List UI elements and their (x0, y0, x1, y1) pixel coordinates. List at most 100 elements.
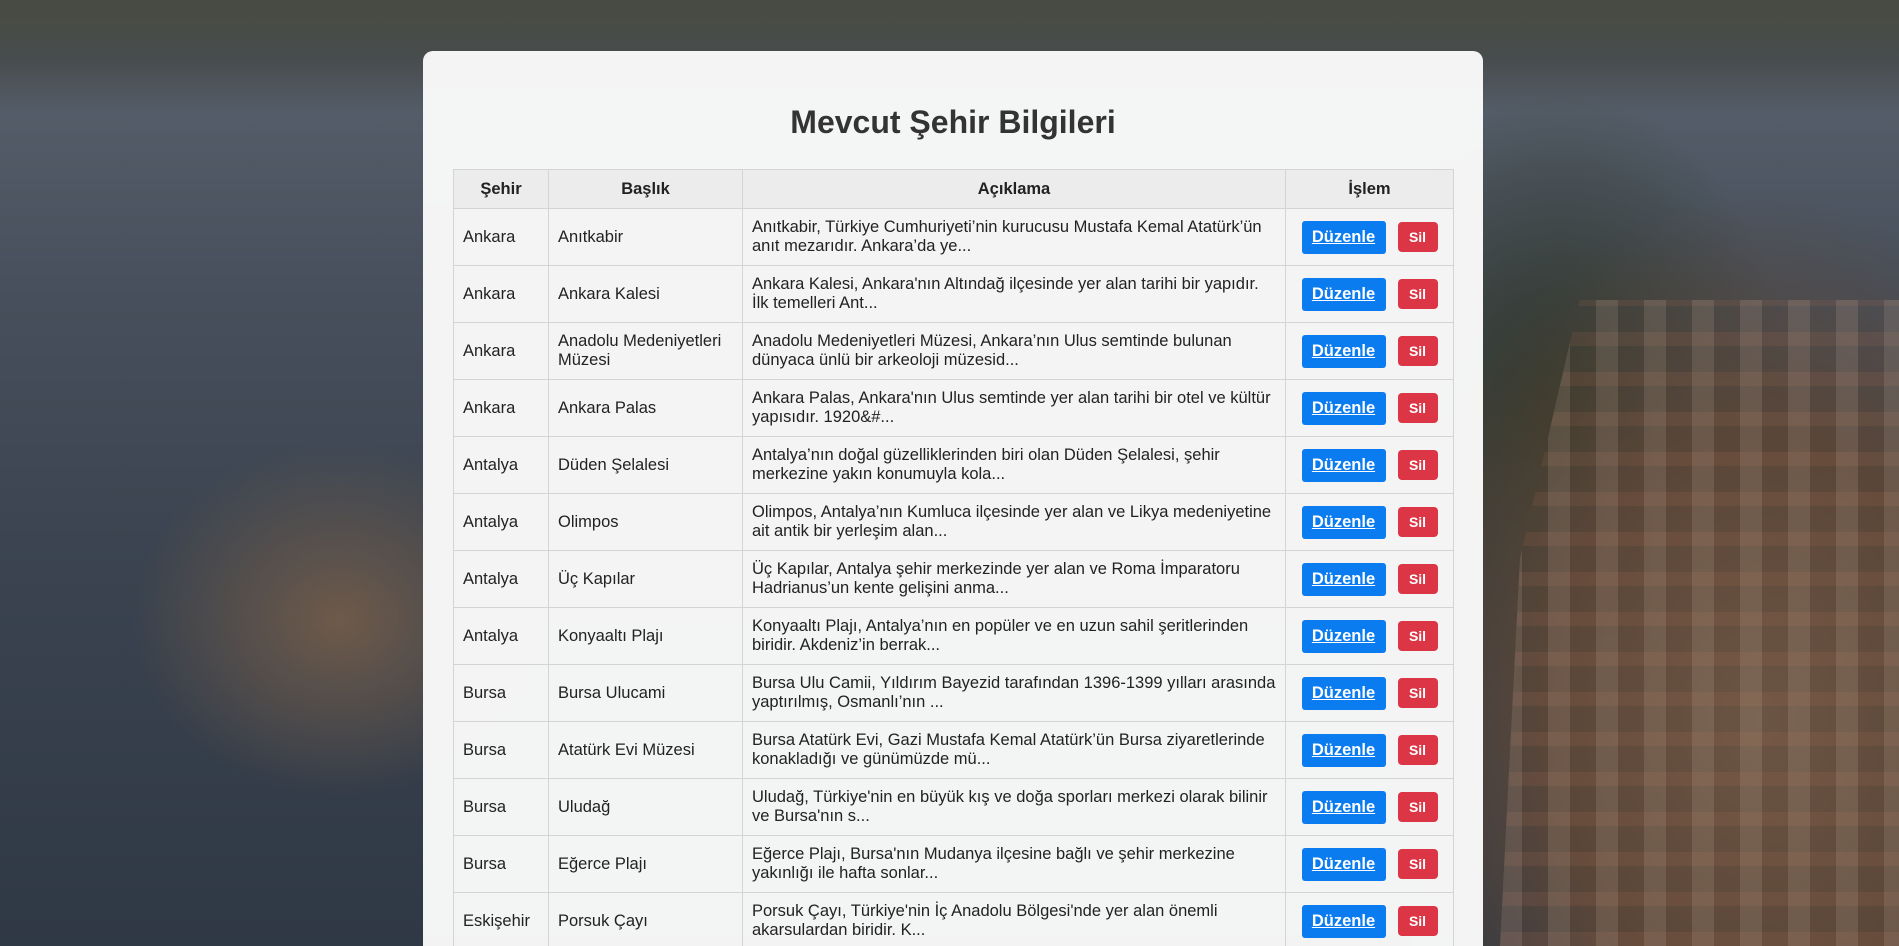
table-row: Eskişehir Porsuk Çayı Porsuk Çayı, Türkiye… (453, 892, 1454, 946)
cell-city: Antalya (453, 550, 549, 608)
coastal-town-image (1500, 300, 1899, 946)
cell-title: Porsuk Çayı (548, 892, 743, 946)
cell-title: Ankara Kalesi (548, 265, 743, 323)
table-row: Ankara Ankara Palas Ankara Palas, Ankara'n… (453, 379, 1454, 437)
table-row: Bursa Uludağ Uludağ, Türkiye'nin en büyük … (453, 778, 1454, 836)
edit-button[interactable]: Düzenle (1301, 505, 1386, 539)
cell-city: Eskişehir (453, 892, 549, 946)
cell-description: Anıtkabir, Türkiye Cumhuriyeti’nin kuruc… (742, 208, 1286, 266)
cell-actions: Düzenle Sil (1285, 493, 1454, 551)
cell-description: Bursa Atatürk Evi, Gazi Mustafa Kemal At… (742, 721, 1286, 779)
cell-actions: Düzenle Sil (1285, 265, 1454, 323)
cell-city: Antalya (453, 493, 549, 551)
delete-button[interactable]: Sil (1397, 279, 1438, 309)
table-row: Bursa Eğerce Plajı Eğerce Plajı, Bursa'nın… (453, 835, 1454, 893)
cell-city: Antalya (453, 436, 549, 494)
cell-description: Ankara Kalesi, Ankara'nın Altındağ ilçes… (742, 265, 1286, 323)
table-row: Ankara Anadolu Medeniyetleri Müzesi Anadol… (453, 322, 1454, 380)
edit-button[interactable]: Düzenle (1301, 220, 1386, 254)
delete-button[interactable]: Sil (1397, 393, 1438, 423)
table-row: Ankara Ankara Kalesi Ankara Kalesi, Ankara… (453, 265, 1454, 323)
delete-button[interactable]: Sil (1397, 450, 1438, 480)
cell-city: Bursa (453, 835, 549, 893)
table-header-row: Şehir Başlık Açıklama İşlem (453, 169, 1454, 209)
delete-button[interactable]: Sil (1397, 564, 1438, 594)
city-info-table: Şehir Başlık Açıklama İşlem Ankara Anıtka… (453, 169, 1454, 946)
delete-button[interactable]: Sil (1397, 621, 1438, 651)
cell-description: Porsuk Çayı, Türkiye'nin İç Anadolu Bölg… (742, 892, 1286, 946)
cell-actions: Düzenle Sil (1285, 721, 1454, 779)
cell-actions: Düzenle Sil (1285, 208, 1454, 266)
table-row: Bursa Bursa Ulucami Bursa Ulu Camii, Yıldı… (453, 664, 1454, 722)
header-description: Açıklama (742, 169, 1286, 209)
cell-city: Bursa (453, 778, 549, 836)
edit-button[interactable]: Düzenle (1301, 847, 1386, 881)
cell-actions: Düzenle Sil (1285, 778, 1454, 836)
edit-button[interactable]: Düzenle (1301, 562, 1386, 596)
cell-city: Ankara (453, 322, 549, 380)
cell-description: Ankara Palas, Ankara'nın Ulus semtinde y… (742, 379, 1286, 437)
cell-city: Ankara (453, 265, 549, 323)
header-city: Şehir (453, 169, 549, 209)
delete-button[interactable]: Sil (1397, 906, 1438, 936)
cell-title: Düden Şelalesi (548, 436, 743, 494)
cell-actions: Düzenle Sil (1285, 550, 1454, 608)
cell-actions: Düzenle Sil (1285, 379, 1454, 437)
edit-button[interactable]: Düzenle (1301, 619, 1386, 653)
cell-title: Bursa Ulucami (548, 664, 743, 722)
delete-button[interactable]: Sil (1397, 849, 1438, 879)
cell-actions: Düzenle Sil (1285, 322, 1454, 380)
content-panel: Mevcut Şehir Bilgileri Şehir Başlık Açık… (423, 51, 1483, 946)
cell-description: Bursa Ulu Camii, Yıldırım Bayezid tarafı… (742, 664, 1286, 722)
cell-description: Uludağ, Türkiye'nin en büyük kış ve doğa… (742, 778, 1286, 836)
edit-button[interactable]: Düzenle (1301, 790, 1386, 824)
cell-actions: Düzenle Sil (1285, 607, 1454, 665)
cell-description: Olimpos, Antalya’nın Kumluca ilçesinde y… (742, 493, 1286, 551)
cell-city: Bursa (453, 721, 549, 779)
cell-title: Üç Kapılar (548, 550, 743, 608)
edit-button[interactable]: Düzenle (1301, 733, 1386, 767)
cell-title: Olimpos (548, 493, 743, 551)
table-row: Antalya Konyaaltı Plajı Konyaaltı Plajı, A… (453, 607, 1454, 665)
edit-button[interactable]: Düzenle (1301, 448, 1386, 482)
cell-title: Eğerce Plajı (548, 835, 743, 893)
edit-button[interactable]: Düzenle (1301, 391, 1386, 425)
edit-button[interactable]: Düzenle (1301, 904, 1386, 938)
table-row: Ankara Anıtkabir Anıtkabir, Türkiye Cumhur… (453, 208, 1454, 266)
header-action: İşlem (1285, 169, 1454, 209)
edit-button[interactable]: Düzenle (1301, 676, 1386, 710)
delete-button[interactable]: Sil (1397, 507, 1438, 537)
cell-city: Antalya (453, 607, 549, 665)
delete-button[interactable]: Sil (1397, 336, 1438, 366)
cell-actions: Düzenle Sil (1285, 436, 1454, 494)
edit-button[interactable]: Düzenle (1301, 277, 1386, 311)
cell-actions: Düzenle Sil (1285, 892, 1454, 946)
edit-button[interactable]: Düzenle (1301, 334, 1386, 368)
cell-description: Anadolu Medeniyetleri Müzesi, Ankara’nın… (742, 322, 1286, 380)
cell-title: Ankara Palas (548, 379, 743, 437)
table-row: Antalya Olimpos Olimpos, Antalya’nın Kumlu… (453, 493, 1454, 551)
cell-title: Konyaaltı Plajı (548, 607, 743, 665)
table-row: Antalya Düden Şelalesi Antalya’nın doğal g… (453, 436, 1454, 494)
cell-title: Atatürk Evi Müzesi (548, 721, 743, 779)
cell-city: Ankara (453, 379, 549, 437)
cell-description: Antalya’nın doğal güzelliklerinden biri … (742, 436, 1286, 494)
table-row: Bursa Atatürk Evi Müzesi Bursa Atatürk Evi… (453, 721, 1454, 779)
cell-title: Anıtkabir (548, 208, 743, 266)
delete-button[interactable]: Sil (1397, 678, 1438, 708)
table-row: Antalya Üç Kapılar Üç Kapılar, Antalya şeh… (453, 550, 1454, 608)
page-title: Mevcut Şehir Bilgileri (790, 104, 1116, 140)
cell-actions: Düzenle Sil (1285, 664, 1454, 722)
cell-city: Bursa (453, 664, 549, 722)
cell-title: Anadolu Medeniyetleri Müzesi (548, 322, 743, 380)
cell-description: Üç Kapılar, Antalya şehir merkezinde yer… (742, 550, 1286, 608)
cell-description: Konyaaltı Plajı, Antalya’nın en popüler … (742, 607, 1286, 665)
delete-button[interactable]: Sil (1397, 735, 1438, 765)
delete-button[interactable]: Sil (1397, 792, 1438, 822)
cell-city: Ankara (453, 208, 549, 266)
delete-button[interactable]: Sil (1397, 222, 1438, 252)
cell-actions: Düzenle Sil (1285, 835, 1454, 893)
header-title: Başlık (548, 169, 743, 209)
cell-description: Eğerce Plajı, Bursa'nın Mudanya ilçesine… (742, 835, 1286, 893)
cell-title: Uludağ (548, 778, 743, 836)
